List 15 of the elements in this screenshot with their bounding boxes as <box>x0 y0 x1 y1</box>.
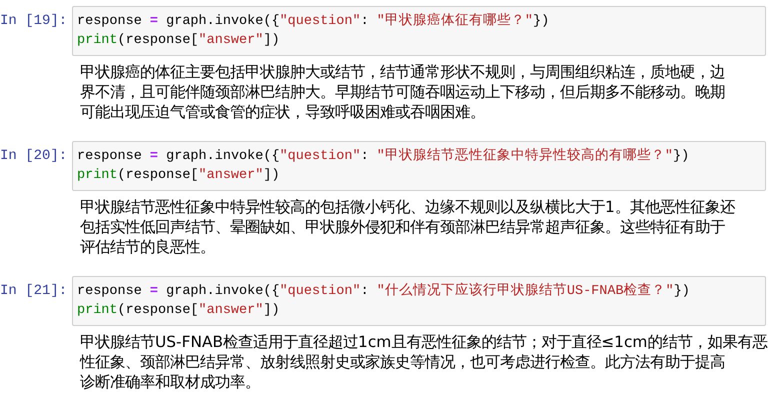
output-text: 可能出现压迫气管或食管的症状，导致呼吸困难或吞咽困难。 <box>80 102 485 122</box>
code-cell[interactable]: response = graph.invoke({"question": "甲状腺结节恶性征象中特异性较高的有哪些？"}) print(response["answer"]) <box>72 141 766 191</box>
input-prompt: In [20]: <box>0 147 68 166</box>
output-text: 界不清，且可能伴随颈部淋巴结肿大。早期结节可随吞咽运动上下移动，但后期多不能移动。晚期 <box>80 82 725 102</box>
output-text: 评估结节的良恶性。 <box>80 237 215 257</box>
output-text: 甲状腺结节US-FNAB检查适用于直径超过1cm且有恶性征象的结节；对于直径≤1cm的结节，如果有恶 <box>80 332 768 352</box>
code-cell[interactable]: response = graph.invoke({"question": "甲状腺癌体征有哪些？"}) print(response["answer"]) <box>72 6 766 56</box>
input-prompt: In [21]: <box>0 282 68 301</box>
output-text: 诊断准确率和取材成功率。 <box>80 372 260 392</box>
output-text: 性征象、颈部淋巴结异常、放射线照射史或家族史等情况，也可考虑进行检查。此方法有助于提高 <box>80 352 725 372</box>
output-text: 甲状腺结节恶性征象中特异性较高的包括微小钙化、边缘不规则以及纵横比大于1。其他恶性征象还 <box>80 197 735 217</box>
output-text: 包括实性低回声结节、晕圈缺如、甲状腺外侵犯和伴有颈部淋巴结异常超声征象。这些特征有助于 <box>80 217 725 237</box>
output-text: 甲状腺癌的体征主要包括甲状腺肿大或结节，结节通常形状不规则，与周围组织粘连，质地硬，边 <box>80 62 725 82</box>
input-prompt: In [19]: <box>0 12 68 31</box>
code-cell[interactable]: response = graph.invoke({"question": "什么情况下应该行甲状腺结节US-FNAB检查？"}) print(response["answer"]) <box>72 276 766 326</box>
